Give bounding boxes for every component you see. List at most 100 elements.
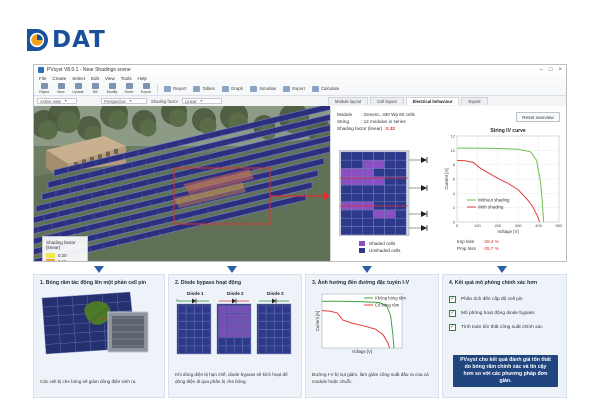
export-icon <box>283 85 291 92</box>
checkbox-checked-icon: ✓ <box>449 295 456 303</box>
toolbar-calculate-button[interactable]: Calculate <box>310 85 341 92</box>
shading-factor-legend: Shading factor (linear) 0.200.150.100.05… <box>42 236 88 261</box>
tab-electrical-behaviour[interactable]: Electrical behaviour <box>405 97 460 105</box>
toolbar-tables-button[interactable]: Tables <box>191 85 217 92</box>
checkbox-checked-icon: ✓ <box>449 323 456 331</box>
card-title: 3. Ảnh hưởng đến đường đặc tuyến I-V <box>312 280 410 286</box>
toolbar-object-button[interactable]: Object <box>37 83 51 94</box>
maximize-icon[interactable]: □ <box>549 67 553 73</box>
legend-label: Có bóng râm <box>375 303 400 308</box>
new-icon <box>57 83 65 89</box>
toolbar-export-button[interactable]: Export <box>139 83 153 94</box>
logo-d-icon <box>27 29 48 51</box>
checklist-item: ✓ Phân tích đến cấp độ cell pin <box>449 295 523 303</box>
legend-label: Không bóng râm <box>375 296 406 301</box>
pmp-loss-value: -35.7 % <box>483 246 499 251</box>
diode-label: Diode 1 <box>187 291 204 296</box>
y-axis-label: Current [A] <box>315 311 320 331</box>
solve-icon <box>125 83 133 89</box>
toolbar: Object New Update Bill Modify Solve Export Repo… <box>34 82 566 96</box>
menu-item-tools[interactable]: Tools <box>121 76 132 81</box>
tab-cell-layout[interactable]: Cell layout <box>370 97 404 105</box>
bypass-diode-illustration: Diode 1 Diode 2 Diode 3 <box>176 291 292 355</box>
window-title: PVsyst V8.0.1 - Near Shadings scene <box>47 66 131 73</box>
tab-module-layout[interactable]: Module layout <box>328 97 369 105</box>
tab-export[interactable]: Export <box>461 97 488 105</box>
y-tick-label: 10 <box>451 148 456 153</box>
toolbar-solve-button[interactable]: Solve <box>122 83 136 94</box>
toolbar-bill-button[interactable]: Bill <box>88 83 102 94</box>
card-title: 4. Kết quả mô phỏng chính xác hơn <box>449 280 538 286</box>
reset-overview-button[interactable]: Reset overview <box>516 112 560 122</box>
title-bar: PVsyst V8.0.1 - Near Shadings scene – □ … <box>34 65 566 74</box>
cell-legend: Shaded cells Unshaded cells <box>359 240 400 254</box>
checklist-item: ✓ Tính toán tổn thất công suất chính xác <box>449 323 543 331</box>
module-info: Module: Generic, 330 Wp 60 cells String:… <box>337 112 415 131</box>
unshaded-swatch <box>359 248 365 253</box>
x-tick-label: 400 <box>535 223 542 228</box>
app-icon <box>38 66 44 73</box>
3d-scene-viewport[interactable]: Shading factor (linear) 0.200.150.100.05… <box>34 106 330 261</box>
x-tick-label: 200 <box>494 223 501 228</box>
view-select-dropdown[interactable]: Active view ▼ <box>37 98 77 104</box>
card-text: Đường I-V bị sụt giảm, làm giảm công suấ… <box>312 372 429 384</box>
update-icon <box>74 83 82 89</box>
shaded-cells-illustration <box>41 291 149 355</box>
toolbar-new-button[interactable]: New <box>54 83 68 94</box>
close-icon[interactable]: × <box>558 67 562 73</box>
menu-item-help[interactable]: Help <box>138 76 147 81</box>
card-title: 1. Bóng râm tác động lên một phần cell p… <box>40 280 147 286</box>
menu-item-file[interactable]: File <box>39 76 46 81</box>
card-title: 2. Diode bypass hoạt động <box>175 280 242 286</box>
imp-loss-value: -28.4 % <box>483 239 499 244</box>
legend-label: With shading <box>478 205 504 210</box>
scale-dropdown[interactable]: Linear ▼ <box>182 98 223 104</box>
y-tick-label: 12 <box>451 134 456 139</box>
y-tick-label: 2 <box>453 205 456 210</box>
down-arrow-icon <box>94 266 104 273</box>
toolbar-report-button[interactable]: Report <box>162 85 188 92</box>
menu-item-select[interactable]: Select <box>72 76 85 81</box>
down-arrow-icon <box>497 266 507 273</box>
module-cell-layout <box>339 150 428 236</box>
toolbar-modify-button[interactable]: Modify <box>105 83 119 94</box>
menu-item-edit[interactable]: Edit <box>91 76 99 81</box>
electrical-behaviour-panel: Module: Generic, 330 Wp 60 cells String:… <box>330 106 566 261</box>
graph-icon <box>221 85 229 92</box>
toolbar-update-button[interactable]: Update <box>71 83 85 94</box>
toolbar-simulate-button[interactable]: Simulate <box>248 85 278 92</box>
page: DAT PVsyst V8.0.1 - Near Shadings scene … <box>0 0 600 400</box>
card-partial-shading: 1. Bóng râm tác động lên một phần cell p… <box>33 274 165 398</box>
logo-text: DAT <box>52 27 106 53</box>
card-text: Khi dòng điện bị hạn chế, diode bypass s… <box>175 372 288 384</box>
shading-mode-label: Shading factor <box>151 98 179 104</box>
x-axis-label: Voltage [V] <box>352 349 372 354</box>
menu-item-view[interactable]: View <box>105 76 115 81</box>
panel-tabs: Module layout Cell layout Electrical behav… <box>328 97 488 105</box>
report-icon <box>164 85 171 92</box>
x-tick-label: 500 <box>556 223 563 228</box>
pvsyst-window: PVsyst V8.0.1 - Near Shadings scene – □ … <box>33 64 567 262</box>
y-tick-label: 8 <box>453 162 456 167</box>
menu-item-create[interactable]: Create <box>52 76 66 81</box>
tables-icon <box>193 85 201 92</box>
toolbar-export-button[interactable]: Export <box>281 85 307 92</box>
module-value: Generic, 330 Wp 60 cells <box>363 112 415 117</box>
legend-label: Without shading <box>478 198 510 203</box>
projection-dropdown[interactable]: Perspective ▼ <box>101 98 147 104</box>
down-arrow-icon <box>362 266 372 273</box>
object-icon <box>40 83 48 89</box>
chevron-down-icon: ▼ <box>63 99 68 103</box>
y-tick-label: 6 <box>453 177 456 182</box>
checklist-item: ✓ Mô phỏng hoạt động diode bypass <box>449 309 535 317</box>
x-tick-label: 100 <box>474 223 481 228</box>
string-value: 12 modules in series <box>363 119 406 124</box>
y-tick-label: 4 <box>453 191 456 196</box>
x-tick-label: 0 <box>456 223 459 228</box>
chart-title: String IV curve <box>490 128 526 134</box>
bill-icon <box>91 83 99 89</box>
minimize-icon[interactable]: – <box>540 67 543 73</box>
explanation-cards: 1. Bóng râm tác động lên một phần cell p… <box>33 274 567 398</box>
toolbar-graph-button[interactable]: Graph <box>220 85 245 92</box>
card-text: Các cell bị che bóng sẽ giảm dòng điện s… <box>40 378 137 384</box>
